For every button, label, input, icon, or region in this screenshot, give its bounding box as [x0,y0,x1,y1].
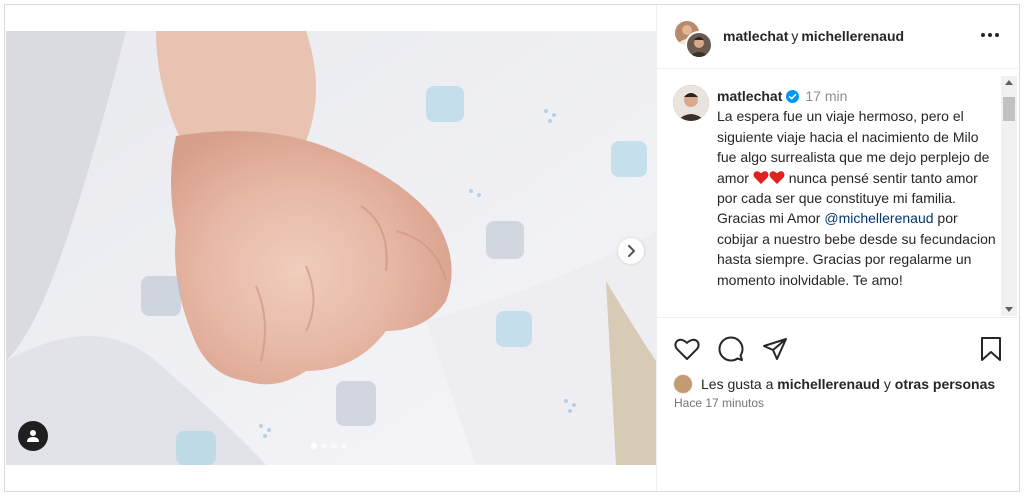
comment-icon [718,336,744,362]
carousel-dot [341,443,347,449]
avatar [685,31,713,59]
comment-button[interactable] [717,335,745,363]
caption-section: matlechat 17 min La espera fue un viaje h… [657,70,1021,318]
scrollbar-thumb[interactable] [1003,97,1015,121]
scroll-down-arrow-icon[interactable] [1005,307,1013,312]
more-options-button[interactable] [977,25,1003,45]
caption-scrollbar[interactable] [1001,76,1017,316]
red-heart-emoji-icon [753,170,769,184]
carousel-indicator [311,443,347,449]
action-bar [657,335,1021,367]
liker-username-link[interactable]: michellerenaud [777,376,880,392]
like-button[interactable] [673,335,701,363]
caption-time: 17 min [805,88,848,104]
post-details-panel: matlechat y michellerenaud matlechat 17 min… [656,5,1021,491]
collab-avatars[interactable] [673,19,713,59]
carousel-dot [321,443,327,449]
baby-hand-photo [6,31,656,465]
caption-username-link[interactable]: matlechat [717,88,782,104]
more-icon [995,33,999,37]
red-heart-emoji-icon [769,170,785,184]
post-timestamp[interactable]: Hace 17 minutos [674,396,764,410]
bookmark-icon [981,337,1001,361]
save-button[interactable] [977,335,1005,363]
user-icon [27,430,39,442]
share-button[interactable] [761,335,789,363]
likes-summary: Les gusta a michellerenaud y otras perso… [673,373,995,395]
verified-badge-icon [786,90,800,103]
avatar[interactable] [673,374,693,394]
heart-icon [674,338,700,360]
author-username-link[interactable]: matlechat [723,28,788,44]
post-authors: matlechat y michellerenaud [723,28,904,44]
scroll-up-arrow-icon[interactable] [1005,80,1013,85]
post-dialog: matlechat y michellerenaud matlechat 17 min… [4,4,1021,492]
authors-connector: y [791,28,799,44]
caption-text: matlechat 17 min La espera fue un viaje h… [717,86,999,290]
collaborator-username-link[interactable]: michellerenaud [801,28,904,44]
next-slide-button[interactable] [618,238,644,264]
chevron-right-icon [628,245,635,257]
more-icon [988,33,992,37]
post-media[interactable] [6,31,656,465]
mention-link[interactable]: @michellerenaud [824,210,933,226]
paper-plane-icon [763,338,787,360]
post-header: matlechat y michellerenaud [657,5,1021,69]
tagged-users-button[interactable] [18,421,48,451]
likes-prefix: Les gusta a [701,376,774,392]
more-icon [981,33,985,37]
carousel-dot [311,443,317,449]
other-likers-link[interactable]: otras personas [895,376,995,392]
carousel-dot [331,443,337,449]
avatar[interactable] [673,85,709,121]
likes-connector: y [883,376,891,392]
